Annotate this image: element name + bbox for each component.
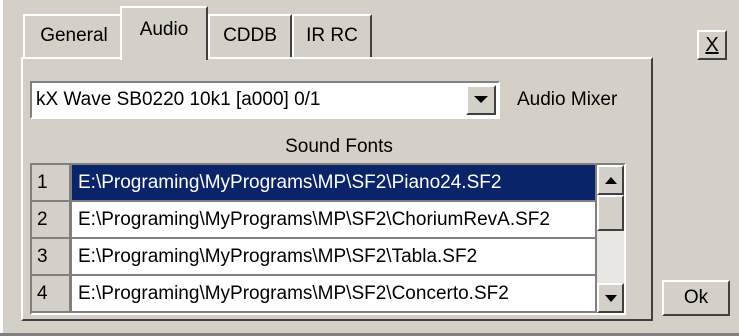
sound-font-path[interactable]: E:\Programing\MyPrograms\MP\SF2\ChoriumR… bbox=[72, 202, 595, 237]
chevron-down-icon bbox=[474, 96, 488, 103]
scroll-thumb[interactable] bbox=[597, 195, 624, 231]
audio-device-value: kX Wave SB0220 10k1 [a000] 0/1 bbox=[36, 89, 321, 110]
tab-ir-rc[interactable]: IR RC bbox=[292, 14, 372, 58]
dialog-left-edge bbox=[0, 0, 3, 336]
arrow-down-icon bbox=[604, 294, 617, 302]
dropdown-button[interactable] bbox=[466, 85, 496, 115]
sound-fonts-label: Sound Fonts bbox=[285, 136, 393, 157]
sound-font-row-3[interactable]: 3 E:\Programing\MyPrograms\MP\SF2\Tabla.… bbox=[32, 239, 595, 274]
row-number: 1 bbox=[32, 165, 70, 200]
tab-general[interactable]: General bbox=[23, 14, 125, 58]
row-number: 4 bbox=[32, 276, 70, 311]
sound-font-row-2[interactable]: 2 E:\Programing\MyPrograms\MP\SF2\Choriu… bbox=[32, 202, 595, 237]
sound-font-row-1[interactable]: 1 E:\Programing\MyPrograms\MP\SF2\Piano2… bbox=[32, 165, 595, 200]
sound-font-path[interactable]: E:\Programing\MyPrograms\MP\SF2\Tabla.SF… bbox=[72, 239, 595, 274]
sound-fonts-list: 1 E:\Programing\MyPrograms\MP\SF2\Piano2… bbox=[30, 163, 626, 315]
tab-cddb[interactable]: CDDB bbox=[208, 14, 292, 58]
tab-audio[interactable]: Audio bbox=[120, 6, 208, 60]
sound-font-path[interactable]: E:\Programing\MyPrograms\MP\SF2\Concerto… bbox=[72, 276, 595, 311]
scroll-down-button[interactable] bbox=[597, 283, 624, 313]
settings-dialog: General Audio CDDB IR RC kX Wave SB0220 … bbox=[0, 0, 739, 336]
sound-font-path[interactable]: E:\Programing\MyPrograms\MP\SF2\Piano24.… bbox=[72, 165, 595, 200]
row-number: 3 bbox=[32, 239, 70, 274]
arrow-up-icon bbox=[604, 176, 617, 184]
audio-tab-panel: kX Wave SB0220 10k1 [a000] 0/1 Audio Mix… bbox=[21, 57, 653, 321]
row-number: 2 bbox=[32, 202, 70, 237]
audio-device-select[interactable]: kX Wave SB0220 10k1 [a000] 0/1 bbox=[30, 81, 500, 119]
close-label: X bbox=[705, 34, 719, 56]
scroll-up-button[interactable] bbox=[597, 165, 624, 195]
ok-button[interactable]: Ok bbox=[662, 280, 730, 316]
list-scrollbar[interactable] bbox=[597, 165, 624, 313]
sound-font-row-4[interactable]: 4 E:\Programing\MyPrograms\MP\SF2\Concer… bbox=[32, 276, 595, 311]
audio-mixer-label: Audio Mixer bbox=[517, 89, 618, 110]
close-button[interactable]: X bbox=[697, 30, 727, 60]
